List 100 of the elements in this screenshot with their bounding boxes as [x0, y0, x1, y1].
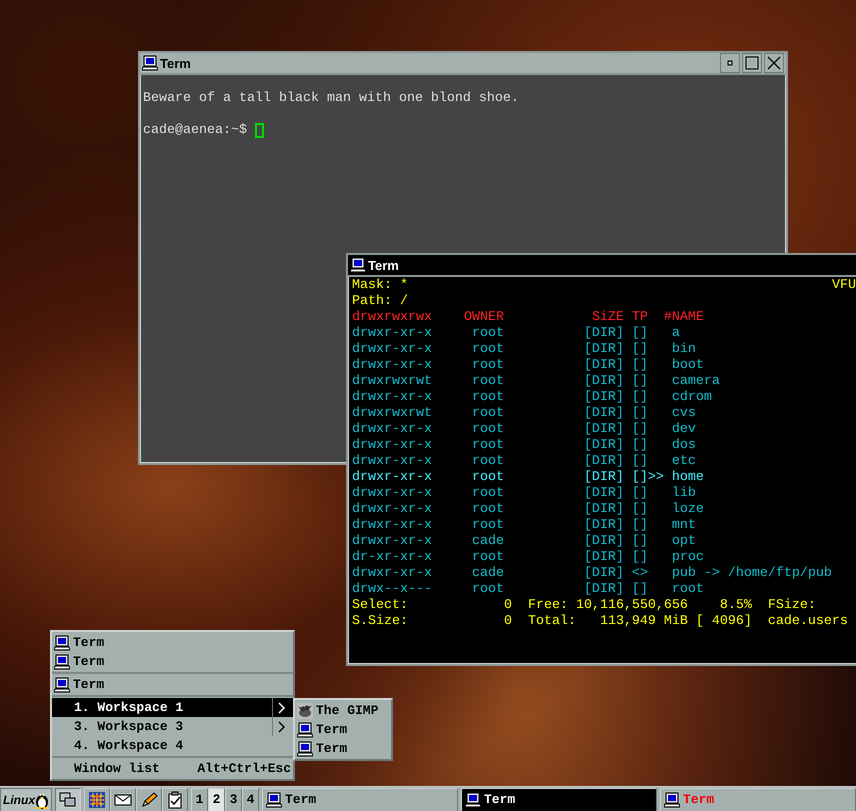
table-cell-text: drwxr-xr-x — [352, 390, 433, 406]
title-bar[interactable]: Term — [348, 255, 856, 277]
table-cell-text: [DIR] — [584, 422, 625, 438]
table-cell: [] — [632, 534, 648, 550]
table-cell: [] — [632, 406, 648, 422]
launcher-button[interactable] — [136, 788, 162, 811]
column-header: drwxrwxrwx — [352, 310, 433, 326]
table-cell-text: drwxr-xr-x — [352, 438, 433, 454]
workspace-button[interactable]: 2 — [208, 788, 225, 811]
table-cell-text: [DIR] — [584, 358, 625, 374]
minimize-button[interactable] — [720, 53, 740, 73]
task-button[interactable]: Term — [262, 788, 458, 811]
table-cell: [] — [632, 502, 648, 518]
grid-icon — [88, 790, 106, 808]
table-cell-text: drwxr-xr-x — [352, 454, 433, 470]
table-cell: a — [672, 326, 680, 342]
window-title: Term — [160, 56, 191, 70]
table-cell: home — [672, 470, 704, 486]
table-cell-text: [DIR] — [584, 582, 625, 598]
table-cell-text: dr-xr-xr-x — [352, 550, 433, 566]
column-header: #NAME — [664, 310, 704, 326]
table-cell: cvs — [672, 406, 696, 422]
table-cell: <> — [632, 566, 648, 582]
shortcut-label: Alt+Ctrl+Esc — [197, 761, 291, 776]
file-mask: Mask: * — [352, 278, 408, 294]
close-button[interactable] — [764, 53, 784, 73]
creature-icon — [297, 702, 313, 718]
table-cell: dos — [672, 438, 696, 454]
maximize-button[interactable] — [742, 53, 762, 73]
table-cell: [] — [632, 342, 648, 358]
table-cell: [] — [632, 486, 648, 502]
table-cell-text: [DIR] — [584, 438, 625, 454]
workspace-button[interactable]: 3 — [225, 788, 242, 811]
table-cell-text: [DIR] — [584, 406, 625, 422]
table-cell-text: drwxr-xr-x — [352, 518, 433, 534]
table-cell: pub -> /home/ftp/pub — [672, 566, 832, 582]
table-cell-text: drwxr-xr-x — [352, 502, 433, 518]
table-cell: [] — [632, 550, 648, 566]
table-cell: cdrom — [672, 390, 712, 406]
table-cell: [] — [632, 358, 648, 374]
menu-item[interactable]: Term — [52, 633, 293, 652]
table-cell-text: root — [472, 374, 505, 390]
table-cell-text: root — [472, 438, 505, 454]
menu-item[interactable]: The GIMP — [295, 701, 391, 720]
status-line: Select: 0 Free: 10,116,550,656 8.5% FSize: — [352, 598, 817, 614]
workspace-button[interactable]: 4 — [242, 788, 259, 811]
table-cell-text: root — [472, 390, 505, 406]
close-icon — [766, 55, 782, 71]
table-cell-text: root — [472, 422, 505, 438]
table-cell: [] — [632, 582, 648, 598]
computer-icon — [54, 654, 70, 670]
table-cell-text: drwxrwxrwt — [352, 374, 433, 390]
table-cell-text: cade — [472, 534, 505, 550]
shell-prompt: cade@aenea:~$ — [143, 123, 248, 139]
menu-item[interactable]: Term — [52, 652, 293, 671]
table-cell-text: drwxr-xr-x — [352, 326, 433, 342]
table-cell: [] — [632, 454, 648, 470]
chevron-right-icon — [278, 720, 286, 732]
title-bar[interactable]: Term — [140, 53, 786, 75]
table-cell: dev — [672, 422, 696, 438]
computer-icon — [350, 257, 366, 273]
table-cell-text: [DIR] — [584, 534, 625, 550]
table-cell-text: root — [472, 550, 505, 566]
clipboard-icon — [166, 790, 184, 808]
menu-item[interactable]: Term — [295, 720, 391, 739]
table-cell-text: [DIR] — [584, 470, 625, 486]
table-cell-text: drwxr-xr-x — [352, 358, 433, 374]
launcher-button[interactable] — [162, 788, 188, 811]
table-cell: [] — [632, 518, 648, 534]
launcher-button[interactable] — [110, 788, 136, 811]
table-cell-text: root — [472, 518, 505, 534]
maximize-icon — [744, 55, 760, 71]
windows-icon — [59, 792, 77, 808]
table-cell-text: [DIR] — [584, 390, 625, 406]
table-cell-text: drwxr-xr-x — [352, 486, 433, 502]
start-button[interactable]: Linux — [0, 788, 52, 811]
cursor-marker: >> — [648, 470, 665, 486]
computer-icon — [54, 676, 70, 692]
menu-item[interactable]: Term — [52, 675, 293, 694]
window-list-button[interactable] — [55, 788, 81, 811]
column-header: SiZE — [592, 310, 625, 326]
selected-file-row[interactable]: drwxr-xr-x root [DIR] []>> home — [352, 470, 856, 486]
menu-item[interactable]: 1. Workspace 1 — [52, 698, 293, 717]
workspace-button[interactable]: 1 — [191, 788, 208, 811]
menu-item[interactable]: 3. Workspace 3 — [52, 717, 293, 736]
table-cell: boot — [672, 358, 704, 374]
table-cell: lib — [672, 486, 696, 502]
table-cell: proc — [672, 550, 704, 566]
computer-icon — [54, 634, 70, 650]
terminal-output: Beware of a tall black man with one blond shoe. — [143, 91, 520, 107]
current-path: Path: / — [352, 294, 408, 310]
column-header: TP — [632, 310, 649, 326]
menu-item[interactable]: Term — [295, 739, 391, 758]
menu-item[interactable]: Window list Alt+Ctrl+Esc — [52, 759, 293, 778]
table-cell-text: drwxr-xr-x — [352, 470, 433, 486]
menu-item[interactable]: 4. Workspace 4 — [52, 736, 293, 755]
table-cell-text: root — [472, 326, 505, 342]
task-button[interactable]: Term — [461, 788, 657, 811]
computer-icon — [664, 792, 680, 808]
table-cell-text: root — [472, 582, 505, 598]
